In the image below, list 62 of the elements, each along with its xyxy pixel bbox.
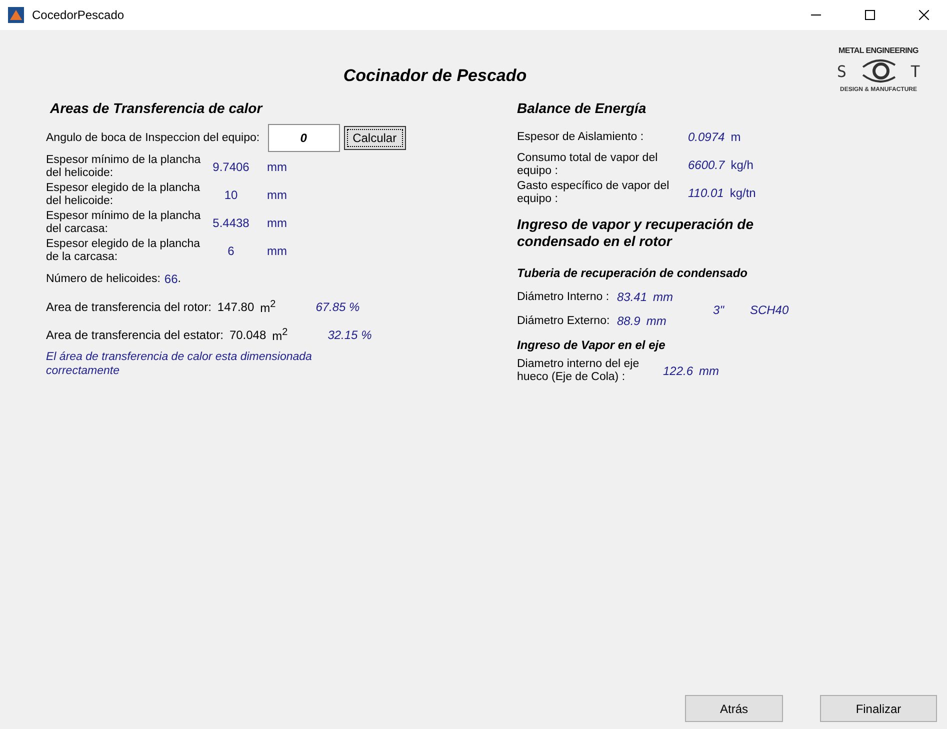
nav-button[interactable]: Atrás [685,695,783,722]
field-label: Número de helicoides: [46,272,160,286]
maximize-icon[interactable] [865,10,875,20]
field-label: Espesor mínimo de la plancha del carcasa: [46,210,201,236]
unit-text: mm [267,244,287,258]
unit-text: m$^{2}$ [260,299,276,315]
value-text: 0.0974 [688,130,725,144]
angle-input[interactable]: 0 [268,124,340,152]
field-label: Angulo de boca de Inspeccion del equipo: [46,132,260,144]
logo-letter: S [836,62,846,80]
field-label: Diámetro Externo: [517,314,611,328]
status-message: El área de transferencia de calor esta dimensionada correctamente [46,350,313,378]
section-heading: Balance de Energía [517,100,648,116]
app-icon [8,7,24,23]
unit-text: kg/h [730,158,754,172]
logo-text: METAL ENGINEERING [838,46,918,55]
window-title: CocedorPescado [32,8,126,22]
value-text: 88.9 [617,314,640,328]
unit-text: mm [646,314,666,328]
close-icon[interactable] [919,10,929,20]
field-label: Consumo total de vapor del equipo : [517,152,659,178]
percent-text: 32.15 % [328,328,372,342]
pipe-size-text: 3" [713,303,724,317]
page-title: Cocinador de Pescado [343,66,527,86]
value-text: 10 [223,188,239,202]
value-text: 70.048 [229,328,266,342]
value-text: 5.4438 [212,216,250,230]
field-label: Area de transferencia del estator: [46,328,224,342]
value-text: 147.80 [217,300,254,314]
logo-letter: T [910,62,920,80]
percent-text: 67.85 % [316,300,360,314]
unit-text: mm [267,216,287,230]
value-text: 9.7406 [212,160,250,174]
value-text: 122.6 [663,364,694,378]
value-text: 110.01 [688,186,724,200]
field-label: Area de transferencia del rotor: [46,300,212,314]
unit-text: mm [267,188,287,202]
field-label: Espesor mínimo de la plancha del helicoide: [46,154,201,180]
subsection-heading: Ingreso de Vapor en el eje [517,338,666,352]
field-label: Espesor elegido de la plancha del helicoide: [46,182,201,208]
nav-button[interactable]: Finalizar [820,695,937,722]
unit-text: kg/tn [730,186,756,200]
unit-text: mm [267,160,287,174]
calculate-button[interactable]: Calcular [344,126,406,150]
unit-text: m$^{2}$ [272,327,288,343]
value-text: 6600.7 [688,158,725,172]
value-text: 66 [164,272,178,286]
section-heading: Ingreso de vapor y recuperación de condensado en el rotor [517,216,755,250]
unit-text: m [730,130,741,144]
subsection-heading: Tuberia de recuperación de condensado [517,266,749,280]
section-heading: Areas de Transferencia de calor [50,100,264,116]
value-text: 83.41 [617,290,648,304]
field-label: Espesor elegido de la plancha de la carcasa: [46,238,201,264]
value-text: 6 [226,244,236,258]
unit-text: mm [653,290,674,304]
field-label: Espesor de Aislamiento : [517,130,645,144]
field-label: Diámetro Interno : [517,290,610,304]
period-text: . [178,272,181,286]
field-label: Diametro interno del eje hueco (Eje de Cola) : [517,358,640,384]
field-label: Gasto específico de vapor del equipo : [517,180,670,206]
schedule-text: SCH40 [750,303,789,317]
unit-text: mm [699,364,720,378]
